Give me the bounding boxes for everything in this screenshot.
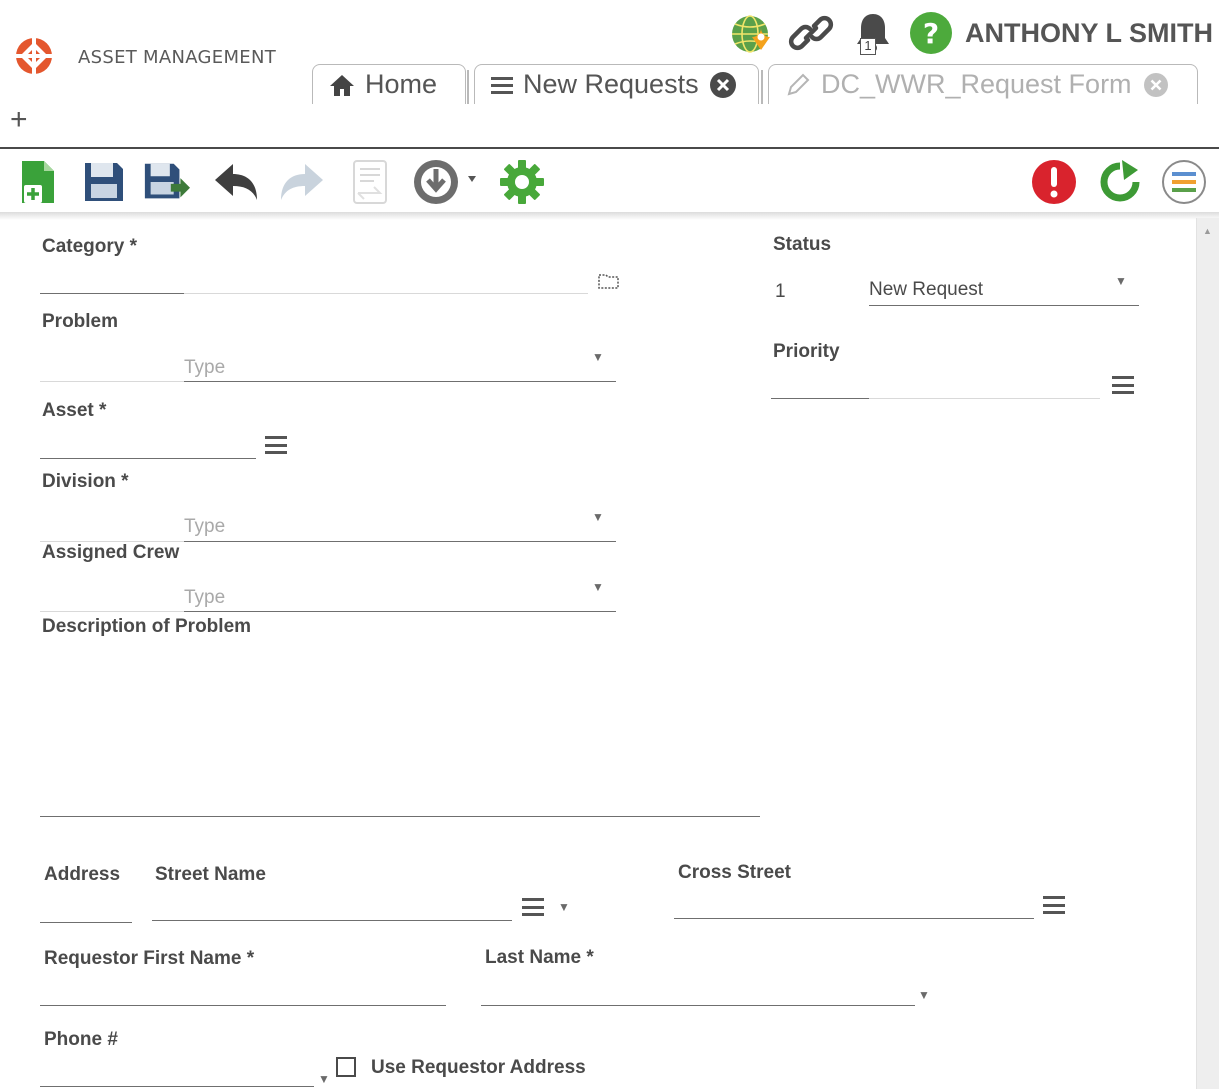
first-name-field[interactable] (40, 1005, 446, 1006)
toolbar-shadow (0, 212, 1219, 220)
description-textarea[interactable] (40, 816, 760, 817)
cross-street-field[interactable] (674, 918, 1034, 919)
tab-request-form-label: DC_WWR_Request Form (821, 69, 1132, 99)
tab-separator (467, 70, 469, 104)
globe-location-icon[interactable] (728, 10, 774, 56)
assigned-crew-dropdown-caret-icon[interactable]: ▼ (592, 580, 604, 594)
link-icon[interactable] (788, 10, 834, 56)
list-icon (491, 75, 513, 95)
assigned-crew-type-placeholder: Type (184, 587, 226, 608)
description-label: Description of Problem (42, 616, 252, 637)
last-name-label: Last Name * (485, 947, 594, 968)
category-field[interactable] (184, 293, 588, 294)
phone-label: Phone # (44, 1029, 118, 1050)
cross-street-lookup-menu-icon[interactable] (1043, 896, 1065, 914)
add-tab-button[interactable]: + (10, 105, 28, 135)
asset-lookup-menu-icon[interactable] (265, 436, 287, 454)
header-divider (0, 147, 1219, 149)
division-label: Division * (42, 471, 129, 492)
settings-icon[interactable] (498, 158, 546, 206)
notification-count-badge: 1 (860, 38, 876, 55)
category-field-underline (40, 293, 184, 294)
problem-label: Problem (42, 311, 119, 332)
street-name-dropdown-caret-icon[interactable]: ▼ (558, 900, 570, 914)
tab-home[interactable]: Home (312, 64, 466, 104)
app-name: ASSET MANAGEMENT (78, 47, 277, 68)
tab-home-label: Home (365, 69, 438, 99)
priority-field-underline (771, 398, 869, 399)
help-icon[interactable]: ? (908, 10, 954, 56)
assigned-crew-label: Assigned Crew (42, 542, 180, 563)
street-name-field[interactable] (152, 920, 512, 921)
save-icon[interactable] (80, 158, 128, 206)
first-name-label: Requestor First Name * (44, 948, 255, 969)
cross-street-label: Cross Street (678, 862, 791, 883)
division-type-placeholder: Type (184, 516, 226, 537)
close-tab-icon[interactable] (1142, 71, 1170, 99)
assigned-crew-type-select[interactable] (184, 611, 616, 612)
scroll-up-arrow-icon[interactable]: ▲ (1203, 226, 1212, 236)
close-tab-icon[interactable] (709, 71, 737, 99)
print-preview-icon[interactable] (346, 158, 394, 206)
tab-new-requests-label: New Requests (523, 69, 699, 99)
status-select-value[interactable]: New Request (869, 279, 983, 301)
redo-icon[interactable] (278, 158, 326, 206)
alert-icon[interactable] (1030, 158, 1078, 206)
tab-new-requests[interactable]: New Requests (474, 64, 759, 104)
status-label: Status (773, 234, 832, 255)
division-dropdown-caret-icon[interactable]: ▼ (592, 510, 604, 524)
status-code-value[interactable]: 1 (775, 281, 786, 303)
home-icon (329, 73, 355, 97)
refresh-icon[interactable] (1096, 158, 1144, 206)
division-type-select[interactable] (184, 541, 616, 542)
priority-label: Priority (773, 341, 840, 362)
user-name[interactable]: ANTHONY L SMITH (965, 18, 1213, 49)
last-name-field[interactable] (481, 1005, 915, 1006)
problem-type-placeholder: Type (184, 357, 226, 378)
address-label: Address (44, 864, 121, 885)
priority-lookup-menu-icon[interactable] (1112, 376, 1134, 394)
svg-text:?: ? (923, 17, 939, 50)
asset-label: Asset * (42, 400, 107, 421)
problem-dropdown-caret-icon[interactable]: ▼ (592, 350, 604, 364)
asset-field[interactable] (40, 458, 256, 459)
use-requestor-address-label: Use Requestor Address (371, 1057, 586, 1078)
list-view-icon[interactable] (1160, 158, 1208, 206)
folder-browse-icon[interactable] (598, 272, 620, 295)
phone-field[interactable] (40, 1086, 314, 1087)
bell-icon[interactable]: 1 (850, 10, 896, 56)
status-select[interactable] (869, 305, 1139, 306)
pencil-icon (785, 72, 811, 98)
problem-type-select[interactable] (184, 381, 616, 382)
tab-separator (761, 70, 763, 104)
vertical-scrollbar[interactable] (1196, 218, 1219, 1089)
street-name-label: Street Name (155, 864, 266, 885)
assigned-crew-code-field[interactable] (40, 611, 184, 612)
tab-request-form[interactable]: DC_WWR_Request Form (768, 64, 1198, 104)
use-requestor-address-checkbox[interactable] (336, 1057, 356, 1077)
save-and-close-icon[interactable] (142, 158, 190, 206)
address-number-field[interactable] (40, 922, 132, 923)
new-record-icon[interactable] (14, 158, 62, 206)
actions-dropdown-icon[interactable] (410, 158, 480, 206)
app-logo-icon (14, 36, 54, 76)
street-name-lookup-menu-icon[interactable] (522, 898, 544, 916)
status-dropdown-caret-icon[interactable]: ▼ (1115, 274, 1127, 288)
problem-code-field[interactable] (40, 381, 184, 382)
undo-icon[interactable] (212, 158, 260, 206)
category-label: Category * (42, 236, 138, 257)
priority-field[interactable] (869, 398, 1100, 399)
phone-dropdown-caret-icon[interactable]: ▼ (318, 1072, 330, 1086)
last-name-dropdown-caret-icon[interactable]: ▼ (918, 988, 930, 1002)
